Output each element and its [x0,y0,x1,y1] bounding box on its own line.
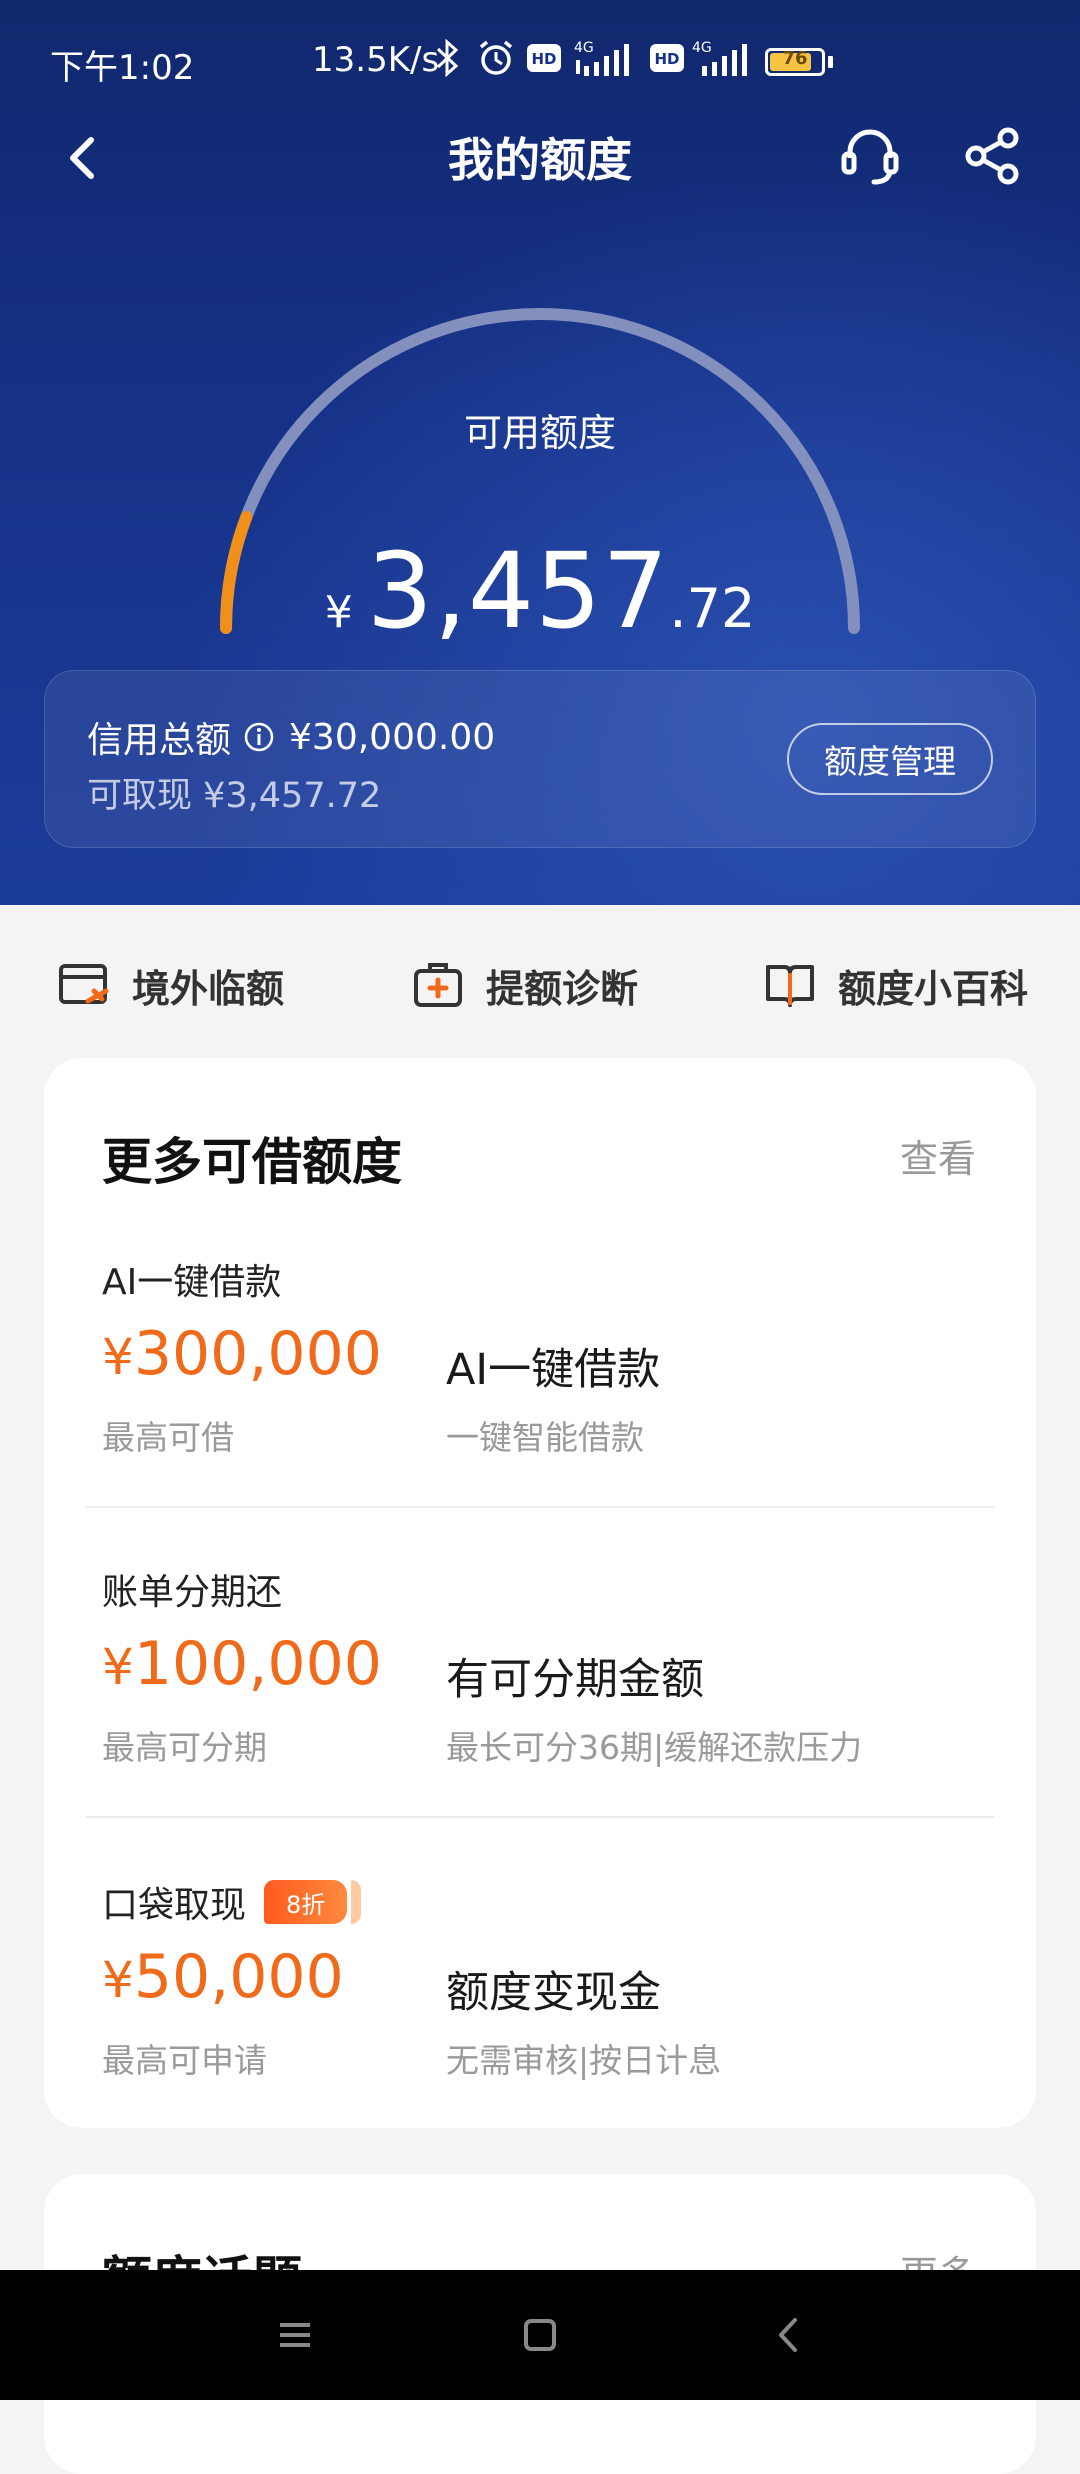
menu-nav-button[interactable] [270,2310,320,2360]
top-navigation-bar: 我的额度 [0,110,1080,200]
svg-text:HD: HD [531,50,556,68]
credit-item-title-text: AI一键借款 [102,1262,282,1303]
discount-badge: 8折 [264,1880,362,1924]
currency-symbol: ¥ [324,587,353,638]
customer-service-button[interactable] [838,124,902,188]
quick-link-overseas[interactable]: 境外临额 [58,955,284,1015]
back-nav-button[interactable] [765,2310,815,2360]
quick-link-diagnosis[interactable]: 提额诊断 [412,955,638,1015]
quick-links: 境外临额 提额诊断 额度小百科 [0,905,1080,1055]
home-icon [524,2319,556,2351]
alarm-icon [476,38,516,78]
svg-text:4G: 4G [692,40,712,56]
credit-item-pocket-cash[interactable]: 口袋取现 8折 ¥50,000 最高可申请 额度变现金 无需审核|按日计息 [44,1876,1036,2186]
status-time: 下午1:02 [50,48,195,88]
network-speed: 13.5K/s [312,40,440,80]
amount-value: 100,000 [133,1629,382,1699]
amount-value: 300,000 [133,1319,382,1389]
book-icon [766,965,814,1007]
hero-section: 下午1:02 13.5K/s HD 4G HD 4G 76 我的额度 可用额度 … [0,0,1080,905]
home-nav-button[interactable] [515,2310,565,2360]
available-credit-amount: ¥3,457.72 [0,530,1080,652]
battery-level: 76 [782,48,808,69]
battery-icon: 76 [765,48,825,76]
credit-item-subtitle: 最高可借 [102,1418,234,1457]
back-icon [779,2318,797,2352]
credit-item-title: 口袋取现 8折 [102,1876,362,1928]
quick-link-label: 境外临额 [132,966,285,1011]
credit-item-ai-loan[interactable]: AI一键借款 ¥300,000 最高可借 AI一键借款 一键智能借款 [44,1253,1036,1563]
svg-text:4G: 4G [574,40,594,56]
currency-symbol: ¥ [102,1328,134,1386]
credit-item-description: 无需审核|按日计息 [446,2041,722,2080]
credit-item-description: 最长可分36期|缓解还款压力 [446,1728,863,1767]
share-icon [965,127,1019,185]
available-credit-label: 可用额度 [463,411,616,455]
credit-item-amount: ¥300,000 [102,1319,382,1389]
currency-symbol: ¥ [102,1951,134,2009]
credit-item-installment[interactable]: 账单分期还 ¥100,000 最高可分期 有可分期金额 最长可分36期|缓解还款… [44,1563,1036,1873]
credit-item-title-text: 账单分期还 [102,1572,283,1613]
page-title: 我的额度 [448,133,632,187]
share-button[interactable] [960,124,1024,188]
cash-withdrawable: 可取现 ¥3,457.72 [87,776,382,816]
signal-4g-icon: 4G [572,38,640,78]
signal-4g-icon: 4G [690,38,758,78]
credit-item-amount: ¥100,000 [102,1629,382,1699]
credit-item-description: 一键智能借款 [446,1418,644,1457]
credit-total-label: 信用总额 [87,720,232,761]
more-credit-title: 更多可借额度 [102,1133,402,1191]
credit-manage-button[interactable]: 额度管理 [787,723,993,795]
credit-item-subtitle: 最高可分期 [102,1728,267,1767]
credit-total-row: 信用总额 ¥30,000.00 [87,711,495,763]
credit-summary-card: 信用总额 ¥30,000.00 可取现 ¥3,457.72 额度管理 [44,670,1036,848]
quick-link-encyclopedia[interactable]: 额度小百科 [764,955,1028,1015]
credit-item-headline: AI一键借款 [446,1345,661,1395]
menu-icon [280,2323,310,2347]
headset-icon [841,129,899,185]
system-navigation-bar [0,2270,1080,2400]
divider [86,1816,994,1818]
credit-item-subtitle: 最高可申请 [102,2041,267,2080]
currency-symbol: ¥ [102,1638,134,1696]
hd-icon: HD [527,38,561,78]
credit-item-title: 账单分期还 [102,1563,282,1615]
quick-link-label: 提额诊断 [486,966,639,1011]
credit-item-title-text: 口袋取现 [102,1885,247,1926]
more-credit-view-link[interactable]: 查看 [900,1128,976,1183]
more-credit-card: 更多可借额度 查看 AI一键借款 ¥300,000 最高可借 AI一键借款 一键… [44,1058,1036,2128]
credit-item-title: AI一键借款 [102,1253,281,1305]
bluetooth-icon [435,38,461,78]
hd-icon: HD [650,38,684,78]
credit-item-headline: 有可分期金额 [446,1655,704,1705]
amount-value: 50,000 [133,1942,344,2012]
info-icon[interactable] [243,721,275,753]
status-bar: 下午1:02 13.5K/s HD 4G HD 4G 76 [0,0,1080,120]
quick-link-label: 额度小百科 [838,966,1029,1011]
svg-text:HD: HD [654,50,679,68]
credit-item-amount: ¥50,000 [102,1942,344,2012]
amount-decimal: .72 [669,577,756,640]
divider [86,1506,994,1508]
medical-kit-icon [414,963,462,1007]
credit-total-value: ¥30,000.00 [289,716,496,758]
credit-item-headline: 额度变现金 [446,1968,661,2018]
amount-integer: 3,457 [366,530,670,652]
overseas-card-icon [59,964,109,1004]
